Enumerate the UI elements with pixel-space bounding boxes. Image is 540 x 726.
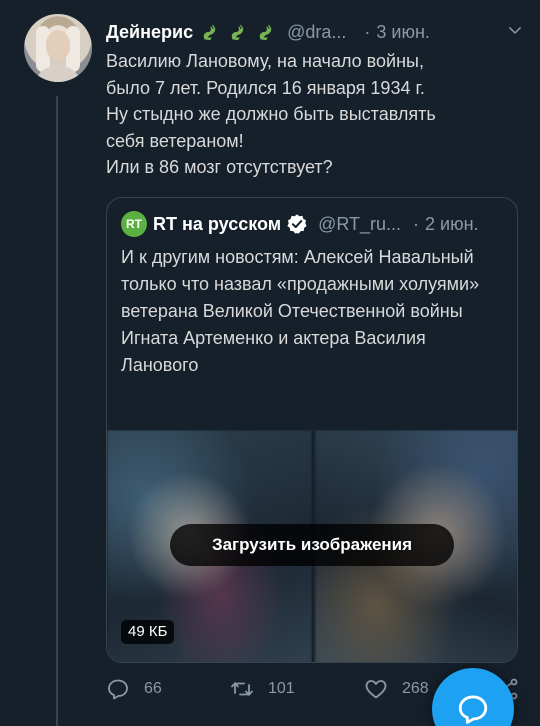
quoted-tweet-header: RT RT на русском @RT_ru... · 2 июн. <box>121 211 505 237</box>
quoted-tweet[interactable]: RT RT на русском @RT_ru... · 2 июн. И к … <box>106 197 518 663</box>
like-count: 268 <box>402 680 429 697</box>
tweet-text: Василию Лановому, на начало войны, было … <box>106 51 436 177</box>
quoted-separator: · <box>413 213 420 234</box>
separator: · <box>364 21 371 42</box>
like-action[interactable]: 268 <box>364 674 429 704</box>
thread-line <box>56 96 58 726</box>
reply-icon <box>108 679 128 700</box>
heart-icon <box>365 680 387 699</box>
quoted-tweet-text: И к другим новостям: Алексей Навальный т… <box>121 247 480 375</box>
avatar[interactable] <box>24 14 92 82</box>
quoted-tweet-date: 2 июн. <box>425 213 479 234</box>
quoted-author-name: RT на русском <box>153 213 282 234</box>
dragon-icon <box>203 24 216 41</box>
quoted-author-handle: @RT_ru... <box>318 213 402 234</box>
chevron-down-icon[interactable] <box>506 21 524 39</box>
load-images-button[interactable]: Загрузить изображения <box>170 524 454 566</box>
rt-logo: RT <box>121 211 147 237</box>
dragon-icon <box>259 24 272 41</box>
retweet-count: 101 <box>268 680 295 697</box>
author-emojis <box>199 21 277 43</box>
dragon-icon <box>231 24 244 41</box>
speech-bubble-icon <box>458 695 488 724</box>
author-name[interactable]: Дейнерис <box>106 22 193 43</box>
tweet-date[interactable]: 3 июн. <box>376 22 430 43</box>
reply-action[interactable]: 66 <box>106 674 162 704</box>
retweet-icon <box>231 682 253 696</box>
reply-count: 66 <box>144 680 162 697</box>
avatar-face <box>46 30 70 60</box>
media-size-badge: 49 КБ <box>121 620 175 644</box>
quoted-media: Загрузить изображения 49 КБ <box>107 430 517 662</box>
tweet-header: Дейнерис @dra... · 3 июн. <box>106 19 526 45</box>
retweet-action[interactable]: 101 <box>230 674 295 704</box>
author-handle[interactable]: @dra... <box>287 22 346 43</box>
verified-badge-icon <box>287 214 307 234</box>
